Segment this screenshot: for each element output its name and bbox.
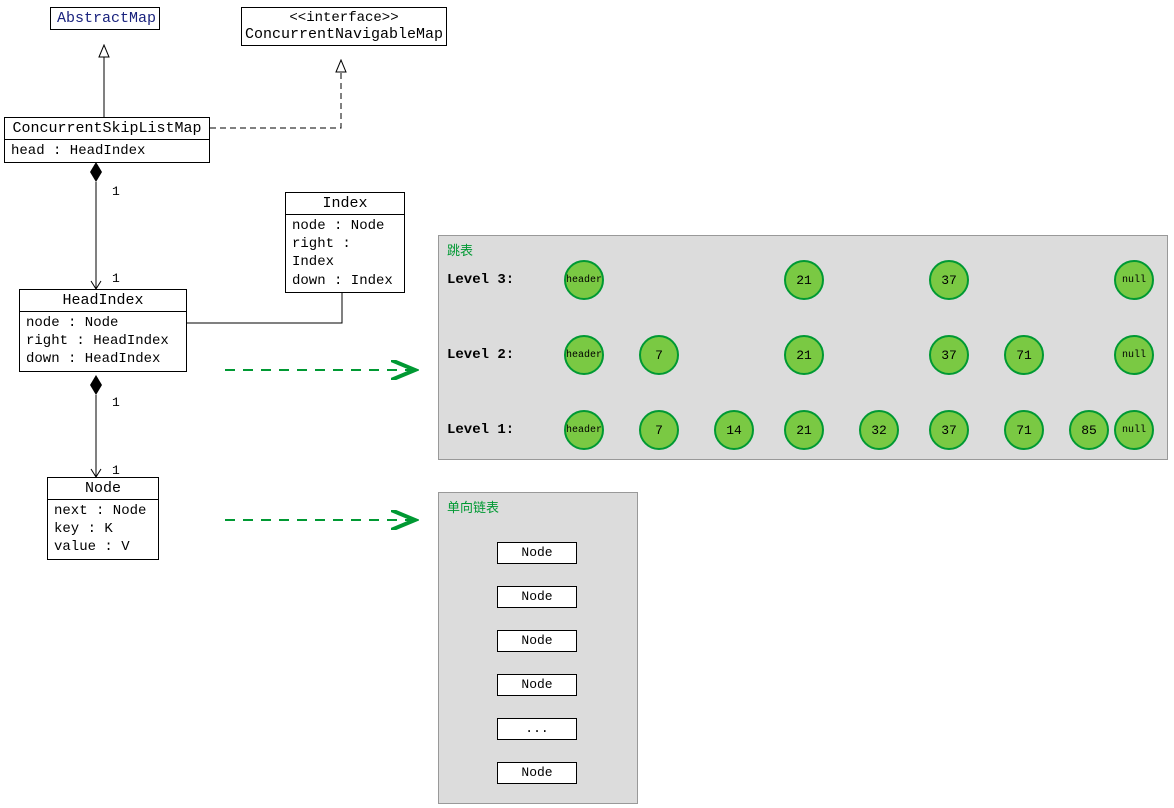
- sl-node-85-l1: 85: [1069, 410, 1109, 450]
- field: next : Node: [54, 502, 152, 520]
- sl-node-37-l3: 37: [929, 260, 969, 300]
- class-title: Index: [286, 193, 404, 215]
- class-node: Node next : Node key : K value : V: [47, 477, 159, 560]
- class-fields: node : Node right : Index down : Index: [286, 215, 404, 292]
- ll-node-2: Node: [497, 586, 577, 608]
- sl-node-71-l2: 71: [1004, 335, 1044, 375]
- ll-node-3: Node: [497, 630, 577, 652]
- field: down : Index: [292, 272, 398, 290]
- sl-node-21-l2: 21: [784, 335, 824, 375]
- sl-node-71-l1: 71: [1004, 410, 1044, 450]
- sl-node-21-l3: 21: [784, 260, 824, 300]
- field: right : HeadIndex: [26, 332, 180, 350]
- field: key : K: [54, 520, 152, 538]
- class-fields: node : Node right : HeadIndex down : Hea…: [20, 312, 186, 371]
- sl-header-l3: header: [564, 260, 604, 300]
- level-label-1: Level 1:: [447, 422, 514, 438]
- panel-title: 单向链表: [447, 497, 499, 516]
- interface-concurrent-navigable-map: <<interface>> ConcurrentNavigableMap: [241, 7, 447, 46]
- sl-node-37-l1: 37: [929, 410, 969, 450]
- svg-text:1: 1: [112, 463, 120, 478]
- svg-text:1: 1: [112, 271, 120, 286]
- field: down : HeadIndex: [26, 350, 180, 368]
- sl-node-7-l2: 7: [639, 335, 679, 375]
- class-fields: head : HeadIndex: [5, 140, 209, 162]
- level-label-2: Level 2:: [447, 347, 514, 363]
- ll-node-5: Node: [497, 762, 577, 784]
- sl-node-7-l1: 7: [639, 410, 679, 450]
- sl-node-21-l1: 21: [784, 410, 824, 450]
- level-label-3: Level 3:: [447, 272, 514, 288]
- class-fields: next : Node key : K value : V: [48, 500, 158, 559]
- class-title: Node: [48, 478, 158, 500]
- class-concurrent-skip-list-map: ConcurrentSkipListMap head : HeadIndex: [4, 117, 210, 163]
- class-title: ConcurrentSkipListMap: [5, 118, 209, 140]
- ll-node-1: Node: [497, 542, 577, 564]
- stereotype: <<interface>>: [242, 8, 446, 26]
- class-title: HeadIndex: [20, 290, 186, 312]
- field: right : Index: [292, 235, 398, 271]
- sl-node-14-l1: 14: [714, 410, 754, 450]
- field: node : Node: [26, 314, 180, 332]
- sl-null-l3: null: [1114, 260, 1154, 300]
- svg-text:1: 1: [112, 395, 120, 410]
- field: value : V: [54, 538, 152, 556]
- panel-title: 跳表: [447, 240, 473, 259]
- class-abstract-map: AbstractMap: [50, 7, 160, 30]
- sl-header-l1: header: [564, 410, 604, 450]
- svg-text:1: 1: [112, 184, 120, 199]
- class-head-index: HeadIndex node : Node right : HeadIndex …: [19, 289, 187, 372]
- field: node : Node: [292, 217, 398, 235]
- class-index: Index node : Node right : Index down : I…: [285, 192, 405, 293]
- class-title: AbstractMap: [51, 8, 159, 29]
- sl-node-37-l2: 37: [929, 335, 969, 375]
- sl-node-32-l1: 32: [859, 410, 899, 450]
- ll-node-4: Node: [497, 674, 577, 696]
- ll-node-ellipsis: ...: [497, 718, 577, 740]
- sl-null-l2: null: [1114, 335, 1154, 375]
- class-title: ConcurrentNavigableMap: [242, 26, 446, 45]
- sl-header-l2: header: [564, 335, 604, 375]
- sl-null-l1: null: [1114, 410, 1154, 450]
